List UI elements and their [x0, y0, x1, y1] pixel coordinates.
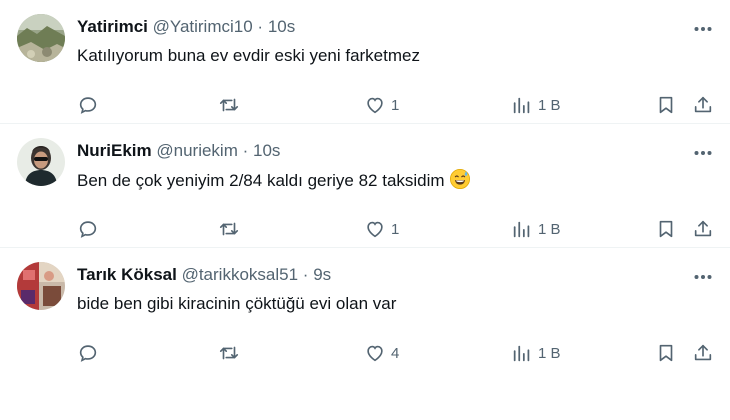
reply-button[interactable]	[77, 340, 99, 366]
like-button[interactable]: 4	[364, 340, 399, 366]
share-icon	[694, 220, 712, 237]
view-count: 1 B	[538, 96, 561, 114]
views-chart-icon	[513, 221, 530, 238]
separator-dot: ·	[257, 17, 264, 36]
tweet-actions: 1 1 B	[77, 216, 716, 242]
bookmark-button[interactable]	[655, 340, 677, 366]
view-count: 1 B	[538, 220, 561, 238]
tweet-text: Katılıyorum buna ev evdir eski yeni fark…	[77, 46, 420, 65]
retweet-icon	[219, 222, 239, 236]
grinning-face-with-sweat-icon	[449, 168, 471, 190]
heart-icon	[367, 345, 383, 362]
more-options-icon[interactable]	[692, 266, 714, 288]
avatar[interactable]	[17, 14, 65, 62]
timestamp[interactable]: 10s	[253, 141, 280, 160]
views-button[interactable]: 1 B	[511, 92, 561, 118]
separator-dot: ·	[242, 141, 249, 160]
tweet-header: Yatirimci @Yatirimci10 · 10s	[77, 16, 670, 38]
retweet-button[interactable]	[218, 340, 240, 366]
user-handle[interactable]: @nuriekim	[156, 141, 238, 160]
tweet-text: Ben de çok yeniyim 2/84 kaldı geriye 82 …	[77, 168, 700, 193]
avatar[interactable]	[17, 262, 65, 310]
bookmark-icon	[659, 344, 673, 362]
reply-icon	[79, 221, 97, 238]
views-chart-icon	[513, 345, 530, 362]
avatar[interactable]	[17, 138, 65, 186]
share-icon	[694, 344, 712, 361]
more-options-icon[interactable]	[692, 142, 714, 164]
like-button[interactable]: 1	[364, 216, 399, 242]
reply-icon	[79, 97, 97, 114]
retweet-button[interactable]	[218, 92, 240, 118]
tweet-actions: 1 1 B	[77, 92, 716, 118]
views-chart-icon	[513, 97, 530, 114]
more-options-icon[interactable]	[692, 18, 714, 40]
like-count: 1	[391, 96, 400, 114]
user-handle[interactable]: @Yatirimci10	[153, 17, 253, 36]
heart-icon	[367, 97, 383, 114]
timestamp[interactable]: 10s	[268, 17, 295, 36]
bookmark-button[interactable]	[655, 92, 677, 118]
like-count: 4	[391, 344, 400, 362]
share-button[interactable]	[692, 216, 714, 242]
tweet[interactable]: Tarık Köksal @tarikkoksal51 · 9s bide be…	[0, 248, 730, 372]
retweet-icon	[219, 98, 239, 112]
bookmark-icon	[659, 220, 673, 238]
bookmark-icon	[659, 96, 673, 114]
tweet-header: NuriEkim @nuriekim · 10s	[77, 140, 670, 162]
tweet[interactable]: NuriEkim @nuriekim · 10s Ben de çok yeni…	[0, 124, 730, 248]
tweet-text: bide ben gibi kiracinin çöktüğü evi olan…	[77, 294, 397, 313]
reply-button[interactable]	[77, 216, 99, 242]
display-name[interactable]: Tarık Köksal	[77, 265, 177, 284]
views-button[interactable]: 1 B	[511, 216, 561, 242]
like-count: 1	[391, 220, 400, 238]
display-name[interactable]: Yatirimci	[77, 17, 148, 36]
share-button[interactable]	[692, 92, 714, 118]
views-button[interactable]: 1 B	[511, 340, 561, 366]
reply-icon	[79, 345, 97, 362]
tweet-header: Tarık Köksal @tarikkoksal51 · 9s	[77, 264, 670, 286]
retweet-icon	[219, 346, 239, 360]
heart-icon	[367, 221, 383, 238]
display-name[interactable]: NuriEkim	[77, 141, 152, 160]
share-icon	[694, 96, 712, 113]
like-button[interactable]: 1	[364, 92, 399, 118]
bookmark-button[interactable]	[655, 216, 677, 242]
tweet-actions: 4 1 B	[77, 340, 716, 366]
separator-dot: ·	[302, 265, 309, 284]
tweet[interactable]: Yatirimci @Yatirimci10 · 10s Katılıyorum…	[0, 0, 730, 124]
timestamp[interactable]: 9s	[313, 265, 331, 284]
user-handle[interactable]: @tarikkoksal51	[182, 265, 298, 284]
reply-button[interactable]	[77, 92, 99, 118]
tweet-text-content: Ben de çok yeniyim 2/84 kaldı geriye 82 …	[77, 171, 445, 190]
share-button[interactable]	[692, 340, 714, 366]
retweet-button[interactable]	[218, 216, 240, 242]
view-count: 1 B	[538, 344, 561, 362]
